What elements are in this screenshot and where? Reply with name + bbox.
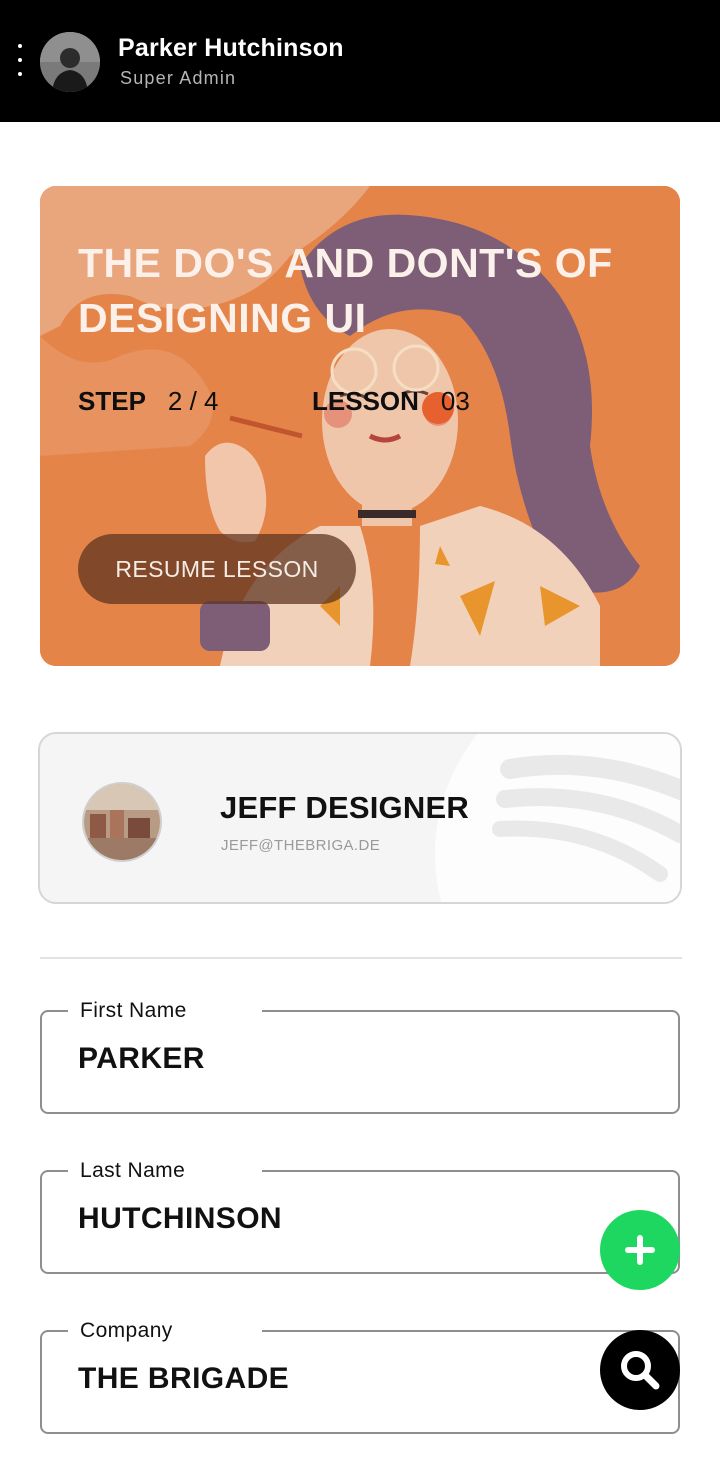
user-name: Parker Hutchinson: [118, 34, 344, 62]
lesson-card[interactable]: THE DO'S AND DONT'S OF DESIGNING UI STEP…: [40, 186, 680, 666]
lesson-indicator: LESSON 03: [312, 386, 470, 417]
lesson-value: 03: [440, 386, 470, 416]
vertical-dots-icon[interactable]: [12, 40, 28, 84]
last-name-value[interactable]: HUTCHINSON: [78, 1202, 282, 1236]
top-bar: Parker Hutchinson Super Admin: [0, 0, 720, 122]
lesson-title: THE DO'S AND DONT'S OF DESIGNING UI: [78, 240, 613, 341]
avatar[interactable]: [40, 32, 100, 92]
user-role: Super Admin: [120, 68, 237, 88]
step-indicator: STEP 2 / 4: [78, 386, 219, 417]
search-icon: [621, 1351, 660, 1390]
add-button[interactable]: [600, 1210, 680, 1290]
first-name-label: First Name: [68, 997, 262, 1025]
contact-name: JEFF DESIGNER: [220, 790, 469, 825]
resume-lesson-button[interactable]: RESUME LESSON: [78, 534, 356, 604]
last-name-field[interactable]: Last Name HUTCHINSON: [40, 1157, 680, 1274]
first-name-field[interactable]: First Name PARKER: [40, 997, 680, 1114]
contact-avatar[interactable]: [82, 782, 162, 862]
company-value[interactable]: THE BRIGADE: [78, 1362, 289, 1396]
last-name-label: Last Name: [68, 1157, 262, 1185]
divider: [40, 957, 682, 959]
contact-card[interactable]: JEFF DESIGNER JEFF@THEBRIGA.DE: [38, 732, 682, 904]
search-button[interactable]: [600, 1330, 680, 1410]
lesson-label: LESSON: [312, 386, 419, 416]
contact-email: JEFF@THEBRIGA.DE: [221, 837, 381, 854]
plus-icon: [625, 1235, 655, 1265]
company-label: Company: [68, 1317, 262, 1345]
step-label: STEP: [78, 386, 146, 416]
first-name-value[interactable]: PARKER: [78, 1042, 205, 1076]
company-field[interactable]: Company THE BRIGADE: [40, 1317, 680, 1434]
step-value: 2 / 4: [167, 386, 219, 416]
